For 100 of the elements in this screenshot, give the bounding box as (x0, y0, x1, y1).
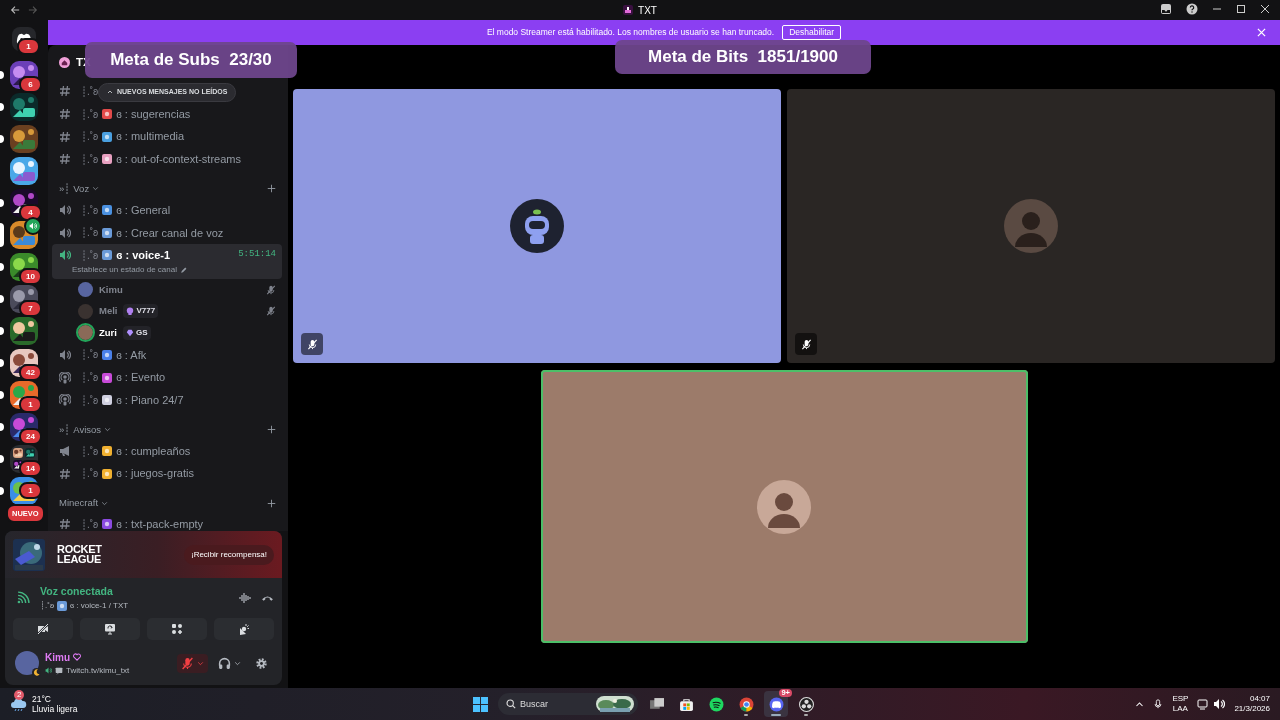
channel-item[interactable]: ┊.˚ʚ ɞ : Evento (52, 366, 282, 389)
plus-icon[interactable] (267, 498, 276, 508)
channel-item[interactable]: ┊.˚ʚ ɞ : out-of-context-streams (52, 148, 282, 171)
category-name[interactable]: Voz (73, 181, 90, 196)
chat-app-icon (768, 696, 784, 712)
emoji-icon (102, 372, 113, 383)
disable-button[interactable]: Deshabilitar (782, 25, 842, 40)
gem-icon (125, 328, 134, 337)
channel-decoration: ┊.˚ʚ (81, 467, 99, 482)
activities-button[interactable] (147, 617, 207, 640)
channel-item[interactable]: ┊.˚ʚ ɞ : multimedia (52, 125, 282, 149)
video-tile[interactable] (540, 370, 1028, 643)
member-tag: GS (122, 325, 151, 340)
weather-icon (10, 696, 28, 712)
channel-item[interactable]: ┊.˚ʚ ɞ : General (52, 198, 282, 222)
screen-share-button[interactable] (80, 617, 140, 640)
hash-icon (59, 153, 71, 166)
channel-decoration: ┊.˚ʚ (81, 107, 99, 122)
channel-item[interactable]: ┊.˚ʚ ɞ : sugerencias (52, 102, 282, 126)
channel-name: ɞ : Crear canal de voz (116, 225, 224, 241)
microphone-icon[interactable] (1153, 698, 1164, 710)
member-name[interactable]: Meli (99, 304, 118, 319)
channel-item[interactable]: ┊.˚ʚ ɞ : juegos-gratis (52, 462, 282, 486)
avatar[interactable] (15, 651, 39, 676)
activities-icon (171, 622, 183, 635)
emoji-icon (102, 154, 113, 165)
plus-icon[interactable] (267, 184, 276, 194)
home-icon (59, 57, 70, 68)
mute-button[interactable] (177, 653, 208, 673)
member-name[interactable]: Zuri (99, 325, 117, 340)
close-icon[interactable] (1260, 4, 1270, 14)
chevron-icon (92, 185, 100, 193)
settings-icon (255, 656, 268, 670)
category-decoration: »┊ (59, 181, 71, 196)
plus-icon[interactable] (267, 425, 276, 435)
muted-microphone-icon (181, 656, 194, 670)
category-name[interactable]: Avisos (73, 422, 102, 437)
volume-icon[interactable] (1213, 698, 1226, 710)
noise-suppression-icon[interactable] (239, 591, 251, 604)
channel-item[interactable]: ┊.˚ʚ ɞ : Piano 24/7 (52, 389, 282, 412)
member-name[interactable]: Kimu (99, 282, 123, 297)
channel-name: ɞ : Piano 24/7 (116, 393, 184, 409)
count-badge: 1 (19, 482, 42, 499)
emoji-icon (102, 131, 113, 142)
channel-decoration: ┊.˚ʚ (81, 248, 99, 263)
channel-name: ɞ : txt-pack-empty (116, 517, 204, 531)
channel-decoration: ┊.˚ʚ (81, 152, 99, 167)
weather-description: Lluvia ligera (32, 704, 78, 715)
category-name[interactable]: Minecraft (59, 495, 99, 511)
category-decoration: »┊ (59, 422, 71, 437)
channel-item[interactable]: ┊.˚ʚ ɞ : voice-1 5:51:14 Establece un estado de canal (52, 244, 282, 280)
channel-status: Establece un estado de canal (72, 264, 177, 277)
emoji-icon (56, 600, 67, 611)
speaker-icon (59, 226, 71, 239)
channel-name: ɞ : out-of-context-streams (116, 152, 241, 168)
reward-button[interactable]: ¡Recibir recompensa! (183, 544, 274, 565)
megaphone-icon (59, 445, 71, 458)
speaker-icon (59, 348, 71, 361)
emoji-icon (102, 250, 113, 261)
channel-item[interactable]: ┊.˚ʚ ɞ : cumpleaños (52, 439, 282, 463)
voice-channel-link[interactable]: ɞ : voice-1 / TXT (69, 599, 129, 612)
channel-decoration: ┊.˚ʚ (81, 348, 99, 363)
hash-icon (59, 467, 71, 480)
browser-icon (738, 696, 754, 712)
channel-item[interactable]: ┊.˚ʚ ɞ : Crear canal de voz (52, 221, 282, 245)
count-badge: 14 (19, 460, 42, 477)
back-icon[interactable] (10, 5, 20, 15)
music-app-icon (708, 696, 724, 712)
stage-icon (59, 394, 71, 407)
avatar (1004, 199, 1058, 253)
call-timer: 5:51:14 (238, 248, 276, 262)
maximize-icon[interactable] (1236, 4, 1246, 14)
soundboard-button[interactable] (214, 617, 274, 640)
network-icon[interactable] (1197, 698, 1210, 710)
headphones-icon (218, 656, 231, 670)
emoji-icon (102, 446, 113, 457)
camera-button[interactable] (13, 617, 73, 640)
speaker-icon (59, 249, 71, 262)
video-tile[interactable] (293, 89, 781, 363)
inbox-icon[interactable] (1160, 3, 1172, 15)
count-badge: 6 (19, 76, 42, 93)
hash-icon (59, 85, 71, 98)
game-logo: ROCKET LEAGUE (57, 544, 103, 565)
language-indicator[interactable]: ESP LAA (1172, 694, 1189, 714)
search-icon (506, 699, 516, 709)
video-tile[interactable] (787, 89, 1275, 363)
help-icon[interactable] (1186, 3, 1198, 15)
chevron-up-icon[interactable] (1135, 699, 1145, 709)
pencil-icon[interactable] (179, 266, 187, 274)
emoji-icon (102, 395, 113, 406)
clock[interactable]: 04:07 21/3/2026 (1234, 694, 1270, 714)
heart-icon (73, 653, 81, 662)
camera-off-icon (37, 622, 49, 635)
emoji-icon (102, 349, 113, 360)
windows-icon (472, 696, 488, 712)
window-title: TXT (638, 3, 657, 18)
channel-decoration: ┊.˚ʚ (81, 393, 99, 408)
count-badge: 10 (19, 268, 42, 285)
channel-item[interactable]: ┊.˚ʚ ɞ : txt-pack-empty (52, 513, 282, 531)
channel-item[interactable]: ┊.˚ʚ ɞ : Afk (52, 343, 282, 367)
